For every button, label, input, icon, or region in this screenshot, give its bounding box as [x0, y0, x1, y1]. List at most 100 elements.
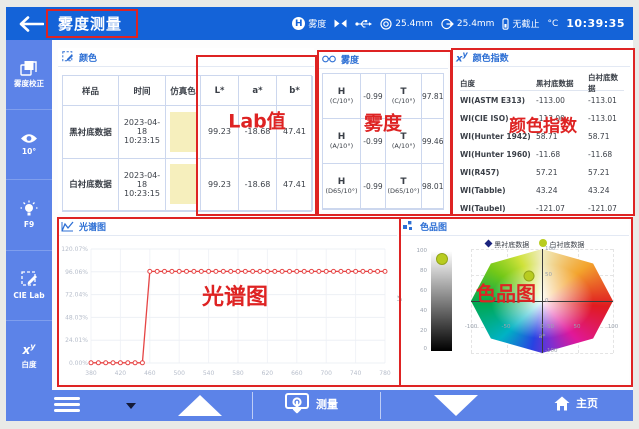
svg-text:96.06%: 96.06% [65, 269, 88, 276]
status-bar: H 雾度 25.4mm [292, 7, 625, 40]
spectrum-panel-header: 光谱图 [57, 217, 397, 236]
svg-text:380: 380 [85, 370, 97, 377]
home-button[interactable]: 主页 [554, 395, 598, 411]
haze-t-cond: (C/10°) [392, 97, 415, 105]
haze-h-title: H [338, 132, 346, 142]
b-tick: -50 [545, 324, 554, 330]
index-name: WI(R457) [460, 168, 536, 177]
index-white-value: 57.21 [588, 168, 624, 177]
sample-clock: 10:23:15 [124, 136, 160, 145]
index-row: WI(Taubel)-121.07-121.07 [460, 199, 624, 217]
chroma-panel: 色品图 黑衬底数据 白衬底数据 L* 100 80 60 40 20 0 -10… [399, 217, 629, 383]
index-col-black: 黑衬底数据 [536, 78, 588, 89]
col-header-L: L* [201, 76, 239, 106]
sidebar-item-whiteness[interactable]: xy 白度 [6, 321, 52, 390]
svg-text:660: 660 [291, 370, 303, 377]
aperture-icon [380, 18, 392, 30]
value-b: 47.41 [277, 159, 313, 212]
edit-square-icon [21, 271, 38, 288]
color-panel-title: 颜色 [79, 51, 97, 64]
b-tick: 0 [545, 298, 549, 304]
svg-text:420: 420 [115, 370, 127, 377]
index-panel-header: xy 颜色指数 [452, 48, 630, 67]
index-row: WI(Hunter 1960)-11.68-11.68 [460, 145, 624, 163]
haze-h-cell: H(A/10°) [323, 119, 361, 164]
sidebar-item-color-space[interactable]: CIE Lab [6, 251, 52, 321]
haze-h-value: -0.99 [361, 119, 386, 164]
lightness-bar [431, 251, 452, 351]
a-tick: 100 [608, 324, 619, 330]
a-tick: -100 [465, 324, 477, 330]
aperture-indicator: 25.4mm [380, 18, 433, 30]
uv-filter-icon [502, 18, 509, 30]
bluetooth-icon [334, 19, 347, 28]
index-name: WI(Hunter 1942) [460, 132, 536, 141]
index-black-value: -11.68 [536, 150, 588, 159]
measure-button[interactable]: 测量 [284, 393, 338, 415]
haze-h-cell: H(C/10°) [323, 74, 361, 119]
haze-h-cond: (A/10°) [330, 142, 353, 150]
value-L: 99.23 [201, 159, 239, 212]
sample-clock: 10:23:15 [124, 189, 160, 198]
lens-icon [441, 18, 454, 30]
haze-t-value: 98.01 [422, 164, 444, 209]
sample-name: 黑衬底数据 [63, 106, 119, 159]
back-button[interactable] [18, 14, 48, 34]
menu-button[interactable] [54, 397, 80, 415]
a-tick: 50 [574, 324, 581, 330]
page-down-button[interactable] [434, 395, 478, 416]
glasses-icon [322, 55, 336, 63]
eye-icon [20, 133, 38, 144]
aperture-value: 25.4mm [395, 19, 433, 29]
svg-text:540: 540 [203, 370, 215, 377]
bulb-icon [20, 200, 38, 217]
col-header-simcolor: 仿真色 [166, 76, 201, 106]
index-white-value: 43.24 [588, 186, 624, 195]
col-header-sample: 样品 [63, 76, 119, 106]
index-name: WI(ASTM E313) [460, 96, 536, 105]
sidebar-item-illuminant[interactable]: F9 [6, 180, 52, 250]
svg-text:620: 620 [262, 370, 274, 377]
index-black-value: -113.00 [536, 114, 588, 123]
index-header-row: 白度 黑衬底数据 白衬底数据 [460, 72, 624, 91]
haze-t-title: T [400, 177, 406, 187]
index-name: WI(Hunter 1960) [460, 150, 536, 159]
index-white-value: 58.71 [588, 132, 624, 141]
sample-date: 2023-04-18 [119, 171, 165, 189]
sidebar-item-label: 雾度校正 [14, 80, 44, 88]
device-screen: 雾度测量 H 雾度 25.4mm [6, 7, 633, 421]
chevron-down-icon[interactable] [126, 403, 136, 409]
b-tick: -100 [545, 348, 557, 354]
usb-icon [355, 19, 372, 29]
page-up-button[interactable] [178, 395, 222, 416]
chroma-icon [403, 221, 415, 232]
index-white-value: -11.68 [588, 150, 624, 159]
haze-t-cond: (A/10°) [392, 142, 415, 150]
index-name: WI(CIE ISO) [460, 114, 536, 123]
b-tick: 100 [545, 246, 556, 252]
sidebar-item-label: 10° [22, 148, 36, 156]
haze-panel-title: 雾度 [341, 53, 359, 66]
l-axis-label: L* [397, 295, 404, 301]
sidebar-item-observer[interactable]: 10° [6, 110, 52, 180]
svg-text:24.01%: 24.01% [65, 337, 88, 344]
haze-t-cell: T(C/10°) [386, 74, 422, 119]
value-L: 99.23 [201, 106, 239, 159]
top-bar: 雾度测量 H 雾度 25.4mm [6, 7, 633, 40]
haze-t-cell: T(D65/10°) [386, 164, 422, 209]
bottom-bar: 测量 主页 [6, 390, 633, 421]
index-name: WI(Taubel) [460, 204, 536, 213]
index-white-value: -113.01 [588, 114, 624, 123]
value-a: -18.68 [239, 106, 277, 159]
back-arrow-icon [18, 16, 44, 32]
index-black-value: 43.24 [536, 186, 588, 195]
svg-text:120.07%: 120.07% [61, 246, 88, 253]
index-col-whiteness: 白度 [460, 78, 536, 89]
uv-label: 无截止 [512, 17, 539, 30]
sidebar-item-haze-calibration[interactable]: 雾度校正 [6, 40, 52, 110]
haze-h-title: H [338, 87, 346, 97]
haze-h-value: -0.99 [361, 74, 386, 119]
col-header-time: 时间 [119, 76, 166, 106]
legend-label: 黑衬底数据 [494, 241, 529, 249]
home-icon [554, 396, 570, 411]
